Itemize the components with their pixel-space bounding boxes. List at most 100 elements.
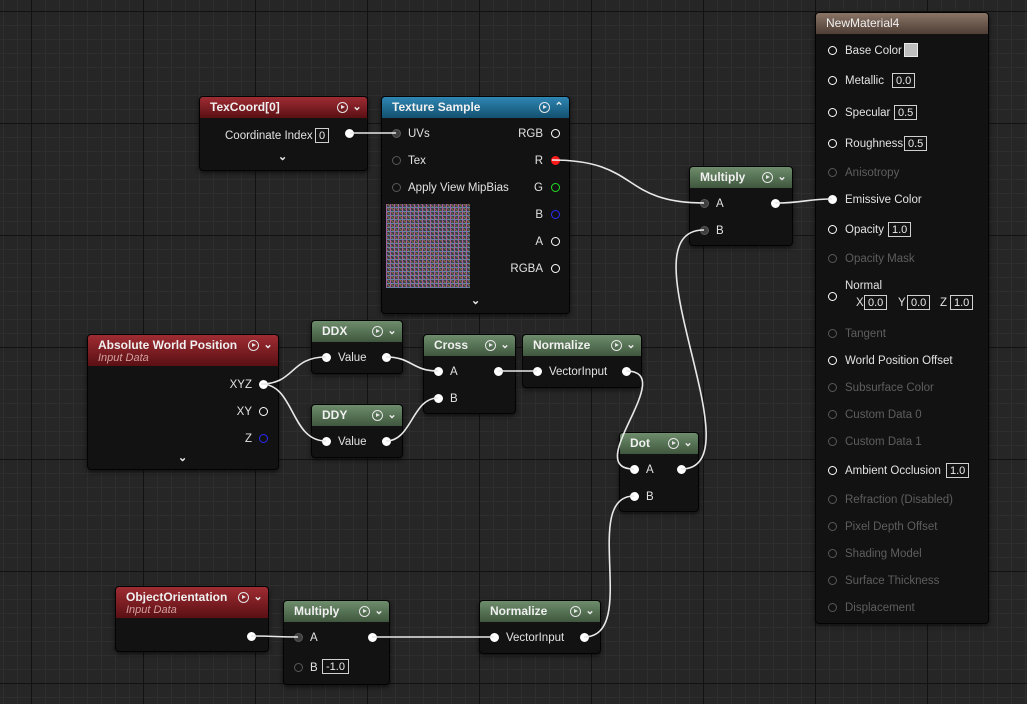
chevron-down-icon[interactable]: ⌄ — [372, 601, 386, 622]
chevron-down-icon[interactable]: ⌄ — [681, 433, 695, 454]
chevron-down-icon[interactable]: ⌄ — [178, 451, 187, 464]
roughness-pin[interactable] — [828, 139, 837, 148]
chevron-down-icon[interactable]: ⌄ — [385, 405, 399, 426]
roughness-value-field[interactable]: 0.5 — [904, 136, 928, 151]
absolute-world-position-node[interactable]: Absolute World Position Input Data ⌄ XYZ… — [87, 334, 279, 470]
output-pin[interactable] — [494, 367, 503, 376]
cross-header[interactable]: Cross ⌄ — [424, 335, 515, 356]
value-input-pin[interactable] — [322, 437, 331, 446]
normalize-node-bottom[interactable]: Normalize ⌄ VectorInput — [479, 600, 601, 654]
preview-toggle-icon[interactable] — [370, 405, 384, 426]
texcoord-node[interactable]: TexCoord[0] ⌄ Coordinate Index 0 ⌄ — [199, 96, 368, 171]
preview-toggle-icon[interactable] — [370, 321, 384, 342]
chevron-down-icon[interactable]: ⌄ — [350, 97, 364, 118]
texture-sample-header[interactable]: Texture Sample ⌃ — [382, 97, 569, 118]
multiply-node-bottom[interactable]: Multiply ⌄ A B -1.0 — [283, 600, 390, 685]
ddx-header[interactable]: DDX ⌄ — [312, 321, 402, 342]
chevron-down-icon[interactable]: ⌄ — [471, 294, 480, 307]
output-pin[interactable] — [771, 199, 780, 208]
preview-toggle-icon[interactable] — [246, 335, 260, 356]
chevron-down-icon[interactable]: ⌄ — [775, 167, 789, 188]
input-b-pin[interactable] — [700, 226, 709, 235]
texcoord-header[interactable]: TexCoord[0] ⌄ — [200, 97, 367, 118]
texture-sample-node[interactable]: Texture Sample ⌃ UVs Tex Apply View MipB… — [381, 96, 570, 314]
output-pin[interactable] — [368, 633, 377, 642]
xyz-pin[interactable] — [259, 380, 268, 389]
output-pin[interactable] — [345, 129, 354, 138]
preview-toggle-icon[interactable] — [760, 167, 774, 188]
z-pin[interactable] — [259, 434, 268, 443]
r-pin[interactable] — [551, 156, 560, 165]
chevron-down-icon[interactable]: ⌄ — [624, 335, 638, 356]
tex-pin[interactable] — [392, 156, 401, 165]
preview-toggle-icon[interactable] — [357, 601, 371, 622]
input-b-value-field[interactable]: -1.0 — [322, 659, 349, 674]
preview-toggle-icon[interactable] — [666, 433, 680, 454]
normal-pin[interactable] — [828, 292, 837, 301]
input-a-pin[interactable] — [700, 199, 709, 208]
material-result-node[interactable]: NewMaterial4 Base Color Metallic 0.0 Spe… — [815, 12, 989, 624]
chevron-down-icon[interactable]: ⌄ — [251, 587, 265, 608]
object-orientation-header[interactable]: ObjectOrientation Input Data ⌄ — [116, 587, 268, 618]
vectorinput-pin[interactable] — [490, 633, 499, 642]
preview-toggle-icon[interactable] — [537, 97, 551, 118]
rgba-pin[interactable] — [551, 264, 560, 273]
apply-view-mipbias-pin[interactable] — [392, 183, 401, 192]
normal-x-field[interactable]: 0.0 — [864, 295, 888, 310]
ambient-occlusion-value-field[interactable]: 1.0 — [946, 463, 970, 478]
normal-z-field[interactable]: 1.0 — [950, 295, 974, 310]
dot-node[interactable]: Dot ⌄ A B — [619, 432, 699, 512]
chevron-down-icon[interactable]: ⌄ — [498, 335, 512, 356]
vectorinput-pin[interactable] — [533, 367, 542, 376]
rgb-pin[interactable] — [551, 129, 560, 138]
chevron-down-icon[interactable]: ⌄ — [385, 321, 399, 342]
input-a-pin[interactable] — [434, 367, 443, 376]
metallic-value-field[interactable]: 0.0 — [892, 73, 916, 88]
ddx-node[interactable]: DDX ⌄ Value — [311, 320, 403, 374]
material-result-header[interactable]: NewMaterial4 — [816, 13, 988, 34]
specular-value-field[interactable]: 0.5 — [894, 105, 918, 120]
multiply-header[interactable]: Multiply ⌄ — [690, 167, 792, 188]
output-pin[interactable] — [247, 632, 256, 641]
normalize-node-top[interactable]: Normalize ⌄ VectorInput — [522, 334, 642, 388]
value-input-pin[interactable] — [322, 353, 331, 362]
preview-toggle-icon[interactable] — [236, 587, 250, 608]
input-b-pin[interactable] — [630, 492, 639, 501]
base-color-swatch[interactable] — [904, 43, 918, 57]
normalize-header[interactable]: Normalize ⌄ — [480, 601, 600, 622]
specular-pin[interactable] — [828, 108, 837, 117]
multiply-header[interactable]: Multiply ⌄ — [284, 601, 389, 622]
output-pin[interactable] — [580, 633, 589, 642]
chevron-down-icon[interactable]: ⌄ — [583, 601, 597, 622]
normal-y-field[interactable]: 0.0 — [907, 295, 931, 310]
metallic-pin[interactable] — [828, 76, 837, 85]
opacity-value-field[interactable]: 1.0 — [888, 222, 912, 237]
input-a-pin[interactable] — [294, 633, 303, 642]
coordinate-index-field[interactable]: 0 — [315, 128, 330, 143]
output-pin[interactable] — [382, 437, 391, 446]
chevron-down-icon[interactable]: ⌄ — [278, 150, 287, 163]
preview-toggle-icon[interactable] — [568, 601, 582, 622]
preview-toggle-icon[interactable] — [483, 335, 497, 356]
preview-toggle-icon[interactable] — [609, 335, 623, 356]
chevron-up-icon[interactable]: ⌃ — [552, 97, 566, 118]
preview-toggle-icon[interactable] — [335, 97, 349, 118]
b-pin[interactable] — [551, 210, 560, 219]
output-pin[interactable] — [382, 353, 391, 362]
cross-node[interactable]: Cross ⌄ A B — [423, 334, 516, 414]
emissive-color-pin[interactable] — [828, 195, 837, 204]
world-position-offset-pin[interactable] — [828, 356, 837, 365]
base-color-pin[interactable] — [828, 46, 837, 55]
dot-header[interactable]: Dot ⌄ — [620, 433, 698, 454]
absolute-world-position-header[interactable]: Absolute World Position Input Data ⌄ — [88, 335, 278, 366]
input-b-pin[interactable] — [434, 394, 443, 403]
chevron-down-icon[interactable]: ⌄ — [261, 335, 275, 356]
object-orientation-node[interactable]: ObjectOrientation Input Data ⌄ — [115, 586, 269, 652]
a-pin[interactable] — [551, 237, 560, 246]
g-pin[interactable] — [551, 183, 560, 192]
input-b-pin[interactable] — [294, 663, 303, 672]
ddy-node[interactable]: DDY ⌄ Value — [311, 404, 403, 458]
uvs-pin[interactable] — [392, 129, 401, 138]
ddy-header[interactable]: DDY ⌄ — [312, 405, 402, 426]
multiply-node-top[interactable]: Multiply ⌄ A B — [689, 166, 793, 246]
